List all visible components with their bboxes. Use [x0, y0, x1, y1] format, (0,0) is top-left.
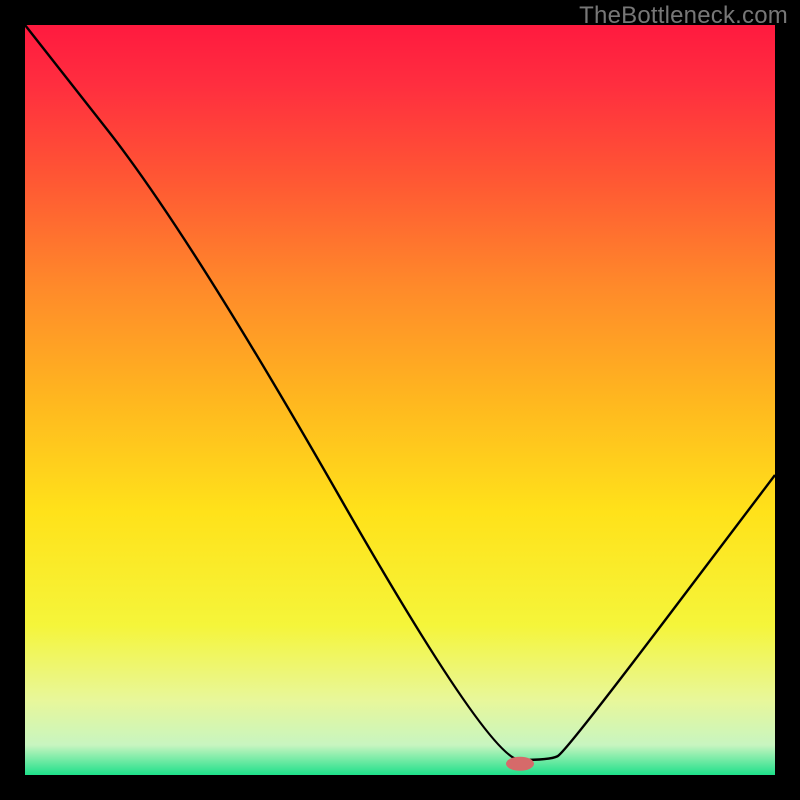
optimal-marker: [506, 757, 534, 771]
bottleneck-chart: [0, 0, 800, 800]
chart-container: TheBottleneck.com: [0, 0, 800, 800]
plot-background: [25, 25, 775, 775]
watermark-label: TheBottleneck.com: [579, 2, 788, 30]
